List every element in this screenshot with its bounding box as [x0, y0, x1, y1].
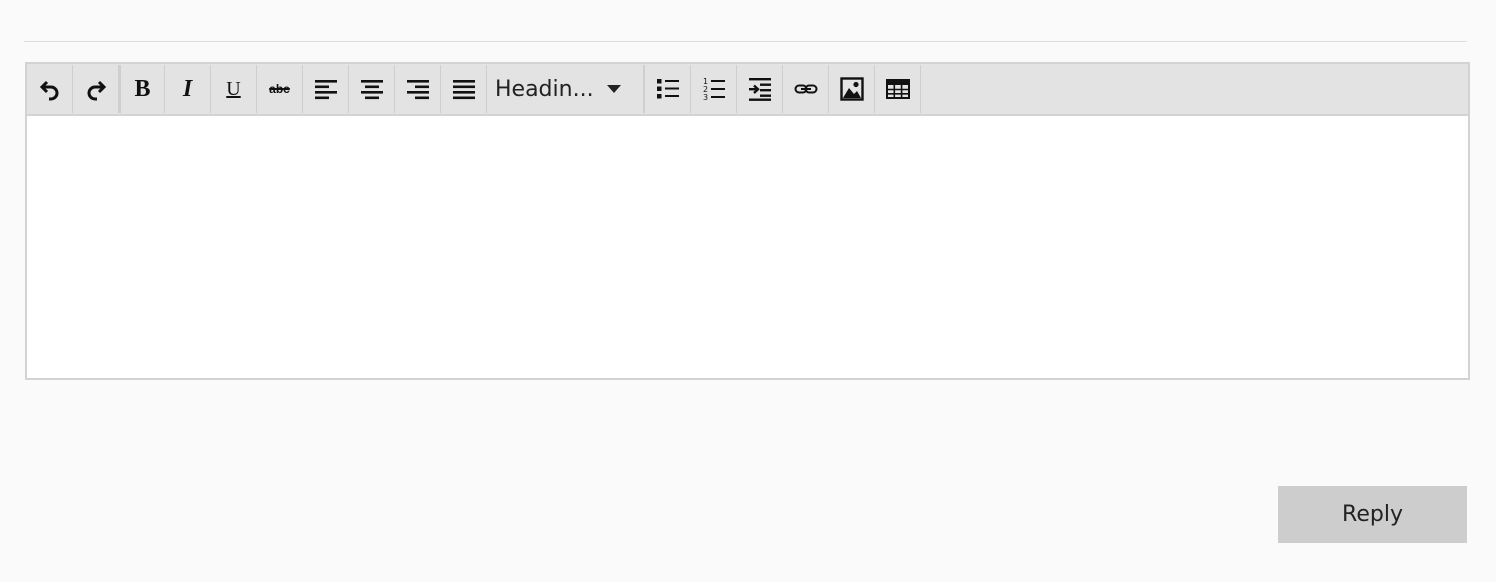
undo-icon — [39, 80, 58, 101]
heading-select-value: Headin... — [495, 76, 594, 102]
bullet-list-button[interactable] — [645, 65, 691, 113]
bullet-list-icon — [656, 79, 679, 99]
editor-content-area[interactable] — [27, 116, 1468, 378]
align-right-button[interactable] — [395, 65, 441, 113]
numbered-list-icon: 1 2 3 — [703, 77, 725, 102]
align-right-icon — [406, 80, 429, 100]
indent-button[interactable] — [737, 65, 783, 113]
link-icon — [794, 84, 817, 94]
image-button[interactable] — [829, 65, 875, 113]
strikethrough-icon: abc — [269, 82, 290, 96]
link-button[interactable] — [783, 65, 829, 113]
italic-icon: I — [182, 76, 193, 102]
image-icon — [839, 77, 864, 101]
table-button[interactable] — [875, 65, 921, 113]
editor-toolbar: B I U abc Headin... 1 2 3 — [27, 64, 1468, 116]
heading-select[interactable]: Headin... — [487, 65, 645, 113]
chevron-down-icon — [607, 85, 621, 93]
reply-button[interactable]: Reply — [1278, 486, 1467, 543]
align-justify-button[interactable] — [441, 65, 487, 113]
italic-button[interactable]: I — [165, 65, 211, 113]
redo-icon — [87, 80, 106, 101]
underline-button[interactable]: U — [211, 65, 257, 113]
redo-button[interactable] — [73, 65, 119, 113]
rich-text-editor: B I U abc Headin... 1 2 3 — [25, 62, 1470, 380]
table-icon — [885, 79, 910, 99]
svg-text:3: 3 — [703, 93, 708, 102]
align-center-button[interactable] — [349, 65, 395, 113]
align-left-button[interactable] — [303, 65, 349, 113]
undo-button[interactable] — [27, 65, 73, 113]
strikethrough-button[interactable]: abc — [257, 65, 303, 113]
align-justify-icon — [452, 80, 475, 100]
bold-button[interactable]: B — [119, 65, 165, 113]
numbered-list-button[interactable]: 1 2 3 — [691, 65, 737, 113]
align-center-icon — [360, 80, 383, 100]
indent-icon — [748, 78, 771, 101]
bold-icon: B — [134, 76, 151, 102]
align-left-icon — [314, 80, 337, 100]
top-divider — [24, 41, 1467, 42]
underline-icon: U — [226, 78, 241, 100]
